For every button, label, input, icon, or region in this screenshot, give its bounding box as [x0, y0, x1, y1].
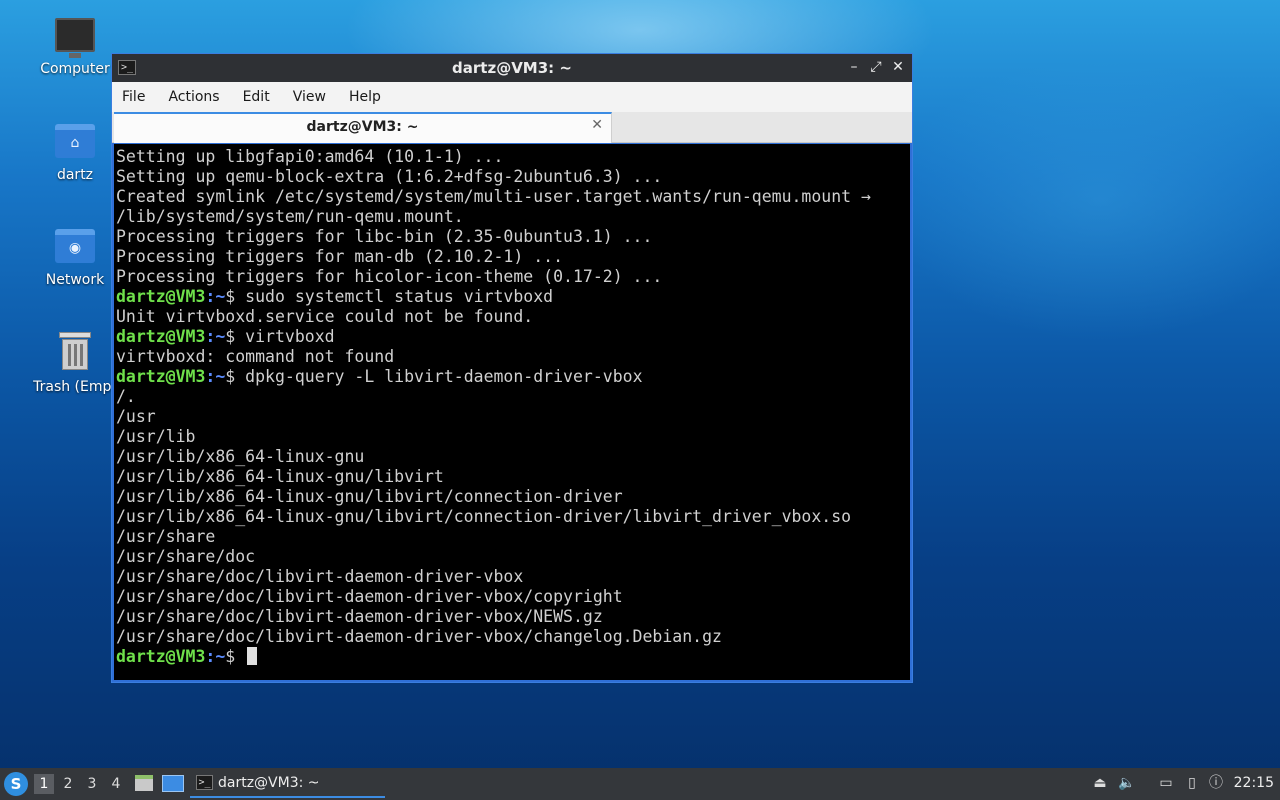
terminal-output-line: Unit virtvboxd.service could not be foun… — [116, 307, 534, 326]
terminal-command-line: dartz@VM3:~$ — [116, 647, 910, 667]
window-titlebar[interactable]: >_ dartz@VM3: ~ – ⤢ ✕ — [112, 54, 912, 82]
terminal-output[interactable]: Setting up libgfapi0:amd64 (10.1-1) ... S… — [114, 144, 910, 680]
network-folder-icon: ◉ — [55, 229, 95, 263]
terminal-output-line: Processing triggers for hicolor-icon-the… — [116, 267, 663, 286]
prompt-user: dartz@VM3 — [116, 647, 206, 666]
prompt-path: :~ — [205, 287, 226, 306]
terminal-output-line: /usr/share — [116, 527, 216, 546]
window-title: dartz@VM3: ~ — [452, 59, 572, 77]
terminal-output-line: Setting up qemu-block-extra (1:6.2+dfsg-… — [116, 167, 663, 186]
desktop-icon-label: dartz — [56, 167, 94, 183]
tab-bar: dartz@VM3: ~ ✕ — [112, 112, 912, 143]
notification-icon[interactable]: ⓘ — [1207, 774, 1225, 792]
network-icon[interactable]: ▭ — [1157, 774, 1175, 792]
tab-label: dartz@VM3: ~ — [306, 119, 419, 135]
command-text: virtvboxd — [245, 327, 335, 346]
prompt-user: dartz@VM3 — [116, 287, 206, 306]
menu-file[interactable]: File — [122, 89, 145, 105]
trash-icon — [59, 332, 91, 370]
show-desktop-icon[interactable] — [162, 775, 184, 792]
prompt-user: dartz@VM3 — [116, 327, 206, 346]
terminal-command-line: dartz@VM3:~$ virtvboxd — [116, 327, 910, 347]
desktop-icon-label: Trash (Empt — [33, 379, 117, 395]
terminal-command-line: dartz@VM3:~$ dpkg-query -L libvirt-daemo… — [116, 367, 910, 387]
terminal-output-line: virtvboxd: command not found — [116, 347, 395, 366]
prompt-symbol: $ — [225, 287, 246, 306]
terminal-output-line: /usr/share/doc/libvirt-daemon-driver-vbo… — [116, 587, 623, 606]
home-folder-icon: ⌂ — [55, 124, 95, 158]
menu-edit[interactable]: Edit — [243, 89, 270, 105]
command-text: sudo systemctl status virtvboxd — [245, 287, 554, 306]
terminal-output-line: Setting up libgfapi0:amd64 (10.1-1) ... — [116, 147, 504, 166]
desktop-icon-label: Computer — [40, 61, 110, 77]
volume-icon[interactable]: 🔈 — [1118, 774, 1136, 792]
terminal-output-line: /usr/lib/x86_64-linux-gnu/libvirt — [116, 467, 444, 486]
command-text: dpkg-query -L libvirt-daemon-driver-vbox — [245, 367, 643, 386]
prompt-path: :~ — [205, 647, 226, 666]
menu-actions[interactable]: Actions — [168, 89, 219, 105]
workspace-3-button[interactable]: 3 — [82, 774, 102, 794]
prompt-path: :~ — [205, 367, 226, 386]
minimize-button[interactable]: – — [846, 57, 862, 77]
terminal-output-line: /usr/lib — [116, 427, 196, 446]
text-cursor — [247, 647, 258, 665]
computer-icon — [55, 18, 95, 58]
terminal-icon: >_ — [196, 775, 213, 790]
menu-help[interactable]: Help — [349, 89, 381, 105]
terminal-output-line: /usr/lib/x86_64-linux-gnu/libvirt/connec… — [116, 487, 623, 506]
app-menu-icon[interactable]: S — [4, 772, 28, 796]
desktop-icon-computer[interactable]: Computer — [25, 18, 125, 77]
terminal-output-line: Created symlink /etc/systemd/system/mult… — [116, 187, 871, 206]
terminal-output-line: Processing triggers for man-db (2.10.2-1… — [116, 247, 564, 266]
close-button[interactable]: ✕ — [890, 57, 906, 77]
workspace-4-button[interactable]: 4 — [106, 774, 126, 794]
terminal-output-line: /usr/share/doc/libvirt-daemon-driver-vbo… — [116, 627, 722, 646]
desktop-icon-network[interactable]: ◉ Network — [25, 229, 125, 288]
prompt-symbol: $ — [225, 647, 246, 666]
tab-terminal[interactable]: dartz@VM3: ~ ✕ — [114, 112, 612, 143]
clock: 22:15 — [1233, 775, 1274, 791]
terminal-output-line: /usr — [116, 407, 156, 426]
terminal-window: >_ dartz@VM3: ~ – ⤢ ✕ File Actions Edit … — [111, 53, 913, 683]
tab-close-icon[interactable]: ✕ — [591, 117, 603, 133]
file-manager-icon[interactable] — [135, 775, 153, 791]
prompt-symbol: $ — [225, 327, 246, 346]
terminal-output-line: /usr/share/doc/libvirt-daemon-driver-vbo… — [116, 567, 524, 586]
upload-icon[interactable]: ⏏ — [1091, 774, 1109, 792]
terminal-command-line: dartz@VM3:~$ sudo systemctl status virtv… — [116, 287, 910, 307]
terminal-output-line: Processing triggers for libc-bin (2.35-0… — [116, 227, 653, 246]
prompt-symbol: $ — [225, 367, 246, 386]
terminal-output-line: /usr/lib/x86_64-linux-gnu/libvirt/connec… — [116, 507, 852, 526]
workspace-1-button[interactable]: 1 — [34, 774, 54, 794]
clipboard-icon[interactable]: ▯ — [1183, 774, 1201, 792]
taskbar: S 1 2 3 4 >_ dartz@VM3: ~ ⏏ 🔈 ▭ ▯ ⓘ 22:1… — [0, 768, 1280, 800]
terminal-output-line: /usr/share/doc/libvirt-daemon-driver-vbo… — [116, 607, 603, 626]
task-label: dartz@VM3: ~ — [218, 775, 320, 791]
terminal-output-line: /lib/systemd/system/run-qemu.mount. — [116, 207, 464, 226]
workspace-2-button[interactable]: 2 — [58, 774, 78, 794]
desktop-icon-label: Network — [45, 272, 105, 288]
terminal-output-line: /. — [116, 387, 136, 406]
maximize-button[interactable]: ⤢ — [868, 57, 884, 77]
taskbar-task-terminal[interactable]: >_ dartz@VM3: ~ — [190, 770, 385, 798]
terminal-output-line: /usr/lib/x86_64-linux-gnu — [116, 447, 365, 466]
window-controls: – ⤢ ✕ — [846, 57, 906, 77]
terminal-output-line: /usr/share/doc — [116, 547, 256, 566]
prompt-user: dartz@VM3 — [116, 367, 206, 386]
menubar: File Actions Edit View Help — [112, 82, 912, 112]
desktop-icon-home[interactable]: ⌂ dartz — [25, 124, 125, 183]
prompt-path: :~ — [205, 327, 226, 346]
menu-view[interactable]: View — [293, 89, 326, 105]
desktop-icon-trash[interactable]: Trash (Empt — [25, 332, 125, 395]
